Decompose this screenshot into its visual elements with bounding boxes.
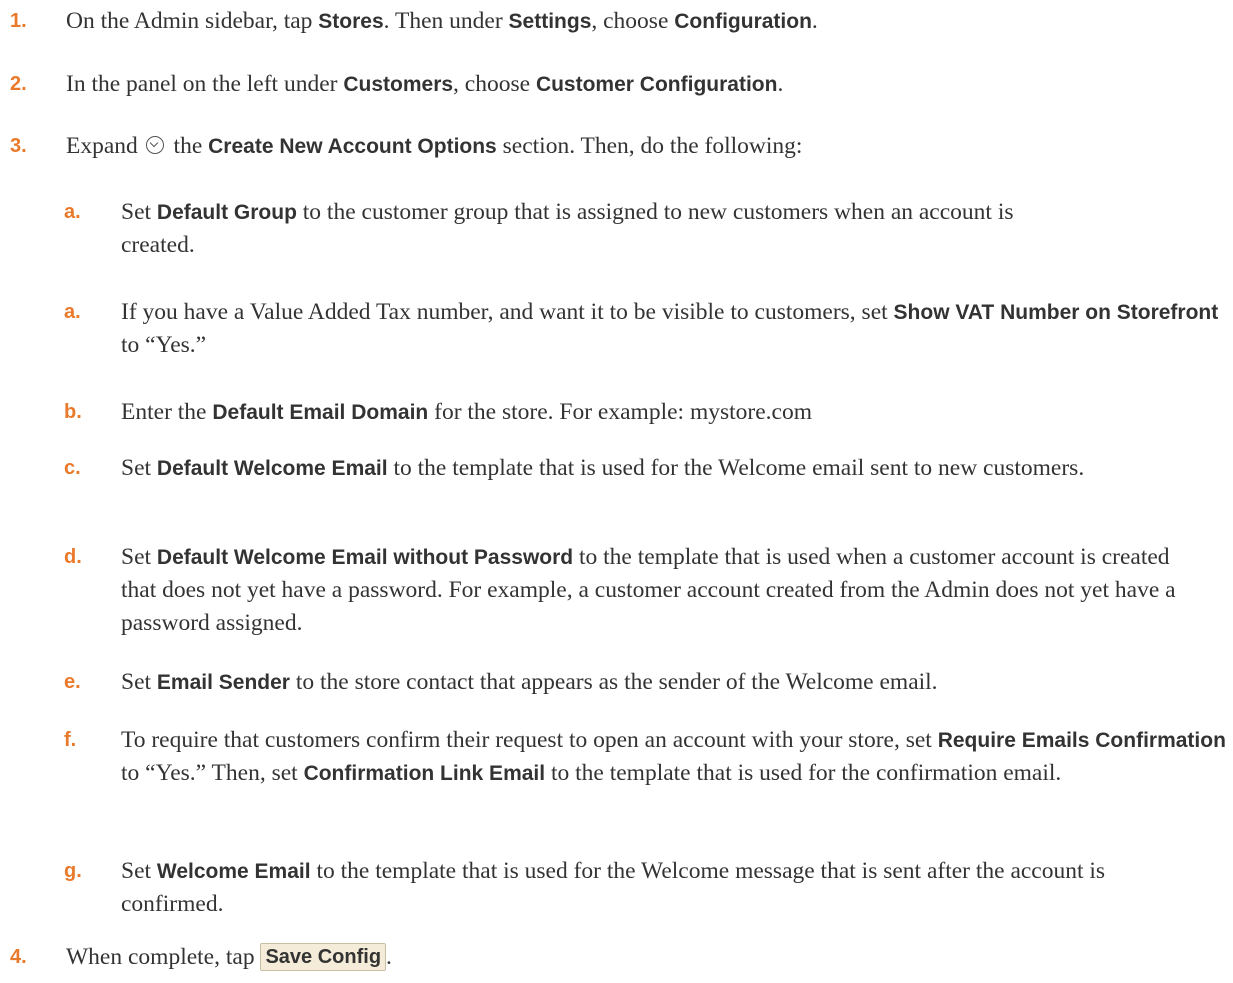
substep-text: Set Default Welcome Email without Passwo…	[121, 544, 1176, 636]
bold-term: Create New Account Options	[208, 135, 497, 158]
step-text: When complete, tap Save Config.	[66, 943, 392, 971]
save-config-button[interactable]: Save Config	[260, 943, 387, 971]
step-number: 1.	[10, 10, 27, 32]
substep-letter: b.	[64, 401, 82, 423]
substep-letter: g.	[64, 860, 82, 882]
step-number: 3.	[10, 135, 27, 157]
substep-text: Enter the Default Email Domain for the s…	[121, 399, 812, 425]
substep-letter: d.	[64, 546, 82, 568]
bold-term: Email Sender	[156, 671, 290, 694]
bold-term: Confirmation Link Email	[303, 762, 546, 785]
substep-text: If you have a Value Added Tax number, an…	[121, 299, 1219, 358]
bold-term: Require Emails Confirmation	[937, 729, 1226, 752]
bold-term: Default Email Domain	[212, 401, 429, 424]
substep-letter: c.	[64, 457, 81, 479]
step-number: 4.	[10, 946, 27, 968]
step-text: Expand the Create New Account Options se…	[66, 133, 803, 159]
substep-letter: e.	[64, 671, 81, 693]
bold-term: Default Group	[156, 201, 297, 224]
substep-text: Set Welcome Email to the template that i…	[121, 858, 1106, 917]
bold-term: Configuration	[674, 10, 812, 33]
substep-letter: a.	[64, 301, 81, 323]
bold-term: Customers	[343, 73, 454, 96]
bold-term: Show VAT Number on Storefront	[893, 301, 1219, 324]
bold-term: Default Welcome Email without Password	[156, 546, 574, 569]
step-text: In the panel on the left under Customers…	[66, 71, 784, 97]
substep-letter: f.	[64, 729, 77, 751]
chevron-circle-down-icon	[145, 136, 164, 154]
substep-text: To require that customers confirm their …	[121, 727, 1226, 786]
substep-text: Set Default Welcome Email to the templat…	[121, 455, 1085, 481]
bold-term: Stores	[318, 10, 384, 33]
step-number: 2.	[10, 73, 27, 95]
bold-term: Default Welcome Email	[156, 457, 388, 480]
bold-term: Welcome Email	[156, 860, 311, 883]
bold-term: Customer Configuration	[535, 73, 778, 96]
bold-term: Settings	[508, 10, 592, 33]
substep-text: Set Default Group to the customer group …	[121, 199, 1014, 258]
substep-letter: a.	[64, 201, 81, 223]
substep-text: Set Email Sender to the store contact th…	[121, 669, 938, 695]
step-text: On the Admin sidebar, tap Stores. Then u…	[66, 8, 818, 34]
